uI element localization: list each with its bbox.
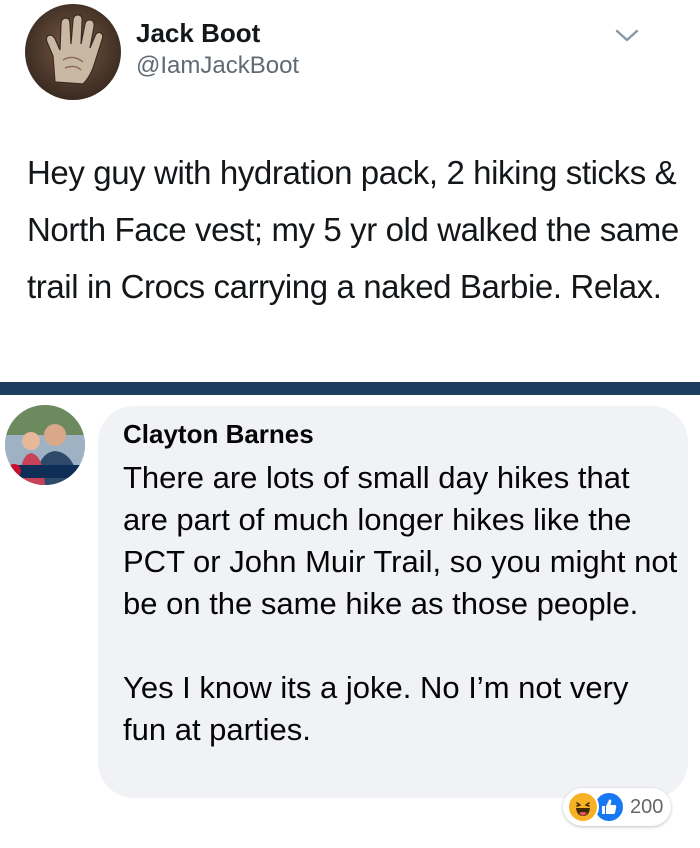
comment-text: There are lots of small day hikes that a… — [123, 460, 678, 747]
reaction-summary[interactable]: 200 — [563, 788, 672, 826]
tweet-card: Jack Boot @IamJackBoot Hey guy with hydr… — [0, 0, 700, 382]
tweet-author-name[interactable]: Jack Boot — [136, 18, 260, 49]
screenshot-page: Jack Boot @IamJackBoot Hey guy with hydr… — [0, 0, 700, 848]
comment-section: Clayton Barnes There are lots of small d… — [0, 395, 700, 848]
comment-bubble: Clayton Barnes There are lots of small d… — [98, 406, 688, 798]
section-divider — [0, 382, 700, 395]
tweet-author-handle[interactable]: @IamJackBoot — [136, 52, 299, 80]
haha-icon — [567, 791, 599, 823]
chevron-down-icon[interactable] — [614, 27, 640, 45]
tweet-author-avatar[interactable] — [25, 4, 121, 100]
commenter-avatar[interactable] — [5, 405, 85, 485]
comment-author-name[interactable]: Clayton Barnes — [123, 419, 314, 450]
reaction-count: 200 — [630, 795, 664, 818]
tweet-text: Hey guy with hydration pack, 2 hiking st… — [27, 154, 679, 305]
